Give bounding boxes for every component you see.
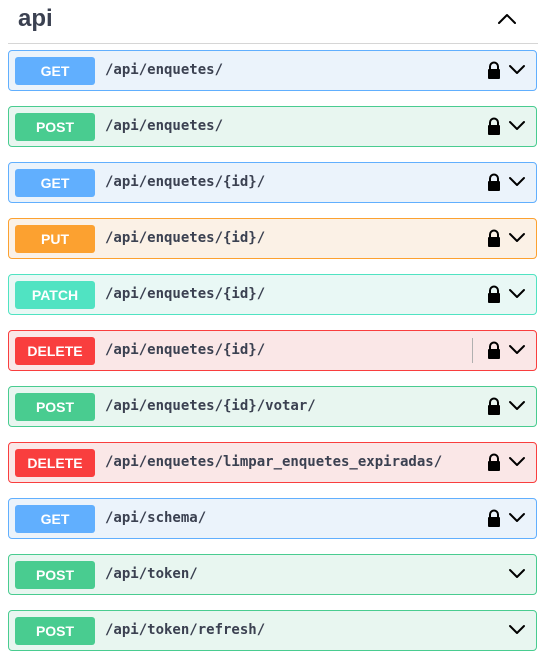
method-badge: POST	[15, 393, 95, 421]
method-badge: GET	[15, 169, 95, 197]
operation-row[interactable]: PUT/api/enquetes/{id}/	[8, 218, 537, 259]
method-badge: DELETE	[15, 449, 95, 477]
operation-row[interactable]: DELETE/api/enquetes/{id}/	[8, 330, 537, 371]
operation-row[interactable]: GET/api/schema/	[8, 498, 537, 539]
lock-icon[interactable]	[487, 509, 501, 528]
method-badge: DELETE	[15, 337, 95, 365]
operation-row[interactable]: GET/api/enquetes/{id}/	[8, 162, 537, 203]
chevron-down-icon[interactable]	[508, 511, 526, 525]
operation-path: /api/schema/	[105, 510, 207, 526]
operation-row[interactable]: POST/api/enquetes/{id}/votar/	[8, 386, 537, 427]
chevron-down-icon[interactable]	[508, 63, 526, 77]
operation-row[interactable]: DELETE/api/enquetes/limpar_enquetes_expi…	[8, 442, 537, 483]
operation-path: /api/enquetes/{id}/votar/	[105, 398, 316, 414]
lock-icon[interactable]	[487, 397, 501, 416]
section-title: api	[18, 5, 53, 32]
section-header[interactable]: api	[8, 0, 538, 44]
lock-icon[interactable]	[487, 173, 501, 192]
chevron-down-icon[interactable]	[508, 399, 526, 413]
lock-icon[interactable]	[487, 453, 501, 472]
operation-row[interactable]: POST/api/token/refresh/	[8, 610, 537, 651]
method-badge: POST	[15, 561, 95, 589]
method-badge: PUT	[15, 225, 95, 253]
operation-path: /api/enquetes/{id}/	[105, 230, 266, 246]
operation-path: /api/enquetes/{id}/	[105, 174, 266, 190]
method-badge: PATCH	[15, 281, 95, 309]
chevron-down-icon[interactable]	[508, 231, 526, 245]
operation-path: /api/token/refresh/	[105, 622, 266, 638]
chevron-down-icon[interactable]	[508, 455, 526, 469]
lock-icon[interactable]	[487, 117, 501, 136]
chevron-down-icon[interactable]	[508, 119, 526, 133]
operation-path: /api/enquetes/	[105, 62, 224, 78]
method-badge: GET	[15, 505, 95, 533]
operation-row[interactable]: PATCH/api/enquetes/{id}/	[8, 274, 537, 315]
method-badge: GET	[15, 57, 95, 85]
lock-icon[interactable]	[487, 61, 501, 80]
chevron-down-icon[interactable]	[508, 343, 526, 357]
chevron-down-icon[interactable]	[508, 287, 526, 301]
chevron-up-icon[interactable]	[496, 8, 518, 30]
method-badge: POST	[15, 113, 95, 141]
chevron-down-icon[interactable]	[508, 623, 526, 637]
lock-icon[interactable]	[487, 341, 501, 360]
lock-icon[interactable]	[487, 285, 501, 304]
operation-row[interactable]: POST/api/token/	[8, 554, 537, 595]
operation-row[interactable]: GET/api/enquetes/	[8, 50, 537, 91]
operation-path: /api/enquetes/{id}/	[105, 342, 266, 358]
operation-row[interactable]: POST/api/enquetes/	[8, 106, 537, 147]
operation-path: /api/enquetes/limpar_enquetes_expiradas/	[105, 454, 443, 470]
operation-path: /api/enquetes/{id}/	[105, 286, 266, 302]
chevron-down-icon[interactable]	[508, 175, 526, 189]
operation-path: /api/enquetes/	[105, 118, 224, 134]
chevron-down-icon[interactable]	[508, 567, 526, 581]
method-badge: POST	[15, 617, 95, 645]
operation-path: /api/token/	[105, 566, 198, 582]
divider	[472, 338, 473, 363]
lock-icon[interactable]	[487, 229, 501, 248]
